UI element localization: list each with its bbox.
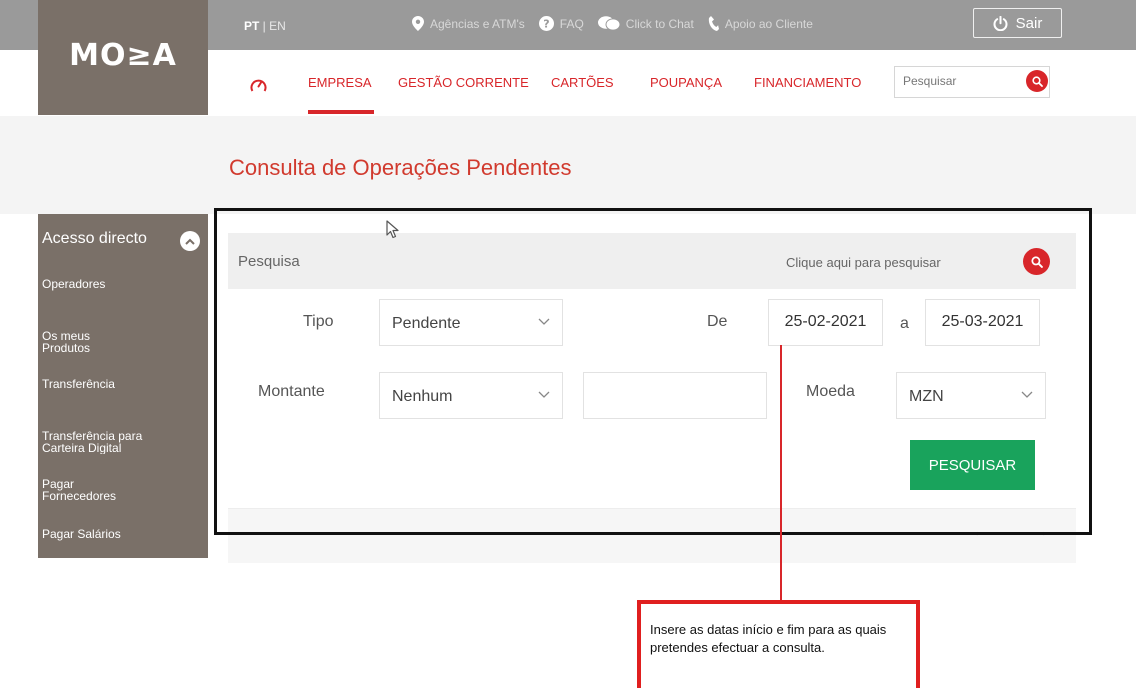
callout-connector xyxy=(780,345,782,601)
language-switcher[interactable]: PT | EN xyxy=(244,19,286,33)
svg-text:?: ? xyxy=(543,18,549,31)
chat-bubbles-icon xyxy=(597,16,620,31)
page-title: Consulta de Operações Pendentes xyxy=(229,155,572,180)
agencies-link-label: Agências e ATM's xyxy=(430,16,525,31)
sidebar-item-fornecedores[interactable]: Pagar Fornecedores xyxy=(42,478,132,502)
logout-label: Sair xyxy=(1015,14,1043,32)
phone-icon xyxy=(708,16,719,31)
lang-separator: | xyxy=(259,19,270,33)
global-search-button[interactable] xyxy=(1026,70,1048,92)
power-icon xyxy=(993,15,1008,31)
chevron-up-icon xyxy=(185,238,195,245)
logout-button[interactable]: Sair xyxy=(973,8,1062,38)
mouse-pointer-icon xyxy=(386,220,399,239)
lang-en[interactable]: EN xyxy=(269,19,286,33)
sidebar-item-carteira-digital[interactable]: Transferência para Carteira Digital xyxy=(42,430,152,454)
sidebar-item-transferencia[interactable]: Transferência xyxy=(42,378,192,390)
main-navigation: EMPRESA GESTÃO CORRENTE CARTÕES POUPANÇA… xyxy=(208,50,1136,116)
sidebar: Acesso directo Operadores Os meus Produt… xyxy=(38,214,208,558)
global-search-input[interactable] xyxy=(903,74,1013,88)
lang-pt[interactable]: PT xyxy=(244,19,259,33)
agencies-link[interactable]: Agências e ATM's xyxy=(412,16,525,31)
logo-text: MO≥A xyxy=(69,38,177,73)
instruction-callout: Insere as datas início e fim para as qua… xyxy=(637,600,920,688)
active-nav-indicator xyxy=(308,110,374,114)
support-link-label: Apoio ao Cliente xyxy=(724,16,813,31)
sidebar-heading: Acesso directo xyxy=(42,230,147,247)
sidebar-item-salarios[interactable]: Pagar Salários xyxy=(42,528,192,540)
sidebar-item-operadores[interactable]: Operadores xyxy=(42,278,192,290)
location-pin-icon xyxy=(412,16,424,31)
nav-cartoes[interactable]: CARTÕES xyxy=(551,75,614,90)
sidebar-item-produtos[interactable]: Os meus Produtos xyxy=(42,330,122,354)
question-icon: ? xyxy=(538,16,554,31)
nav-gestao-corrente[interactable]: GESTÃO CORRENTE xyxy=(398,75,529,90)
nav-empresa[interactable]: EMPRESA xyxy=(308,75,372,90)
highlight-frame xyxy=(214,208,1092,535)
chat-link[interactable]: Click to Chat xyxy=(597,16,694,31)
support-link[interactable]: Apoio ao Cliente xyxy=(708,16,813,31)
faq-link-label: FAQ xyxy=(559,16,584,31)
faq-link[interactable]: ? FAQ xyxy=(538,16,584,31)
instruction-callout-text: Insere as datas início e fim para as qua… xyxy=(650,622,887,655)
chat-link-label: Click to Chat xyxy=(625,16,694,31)
nav-financiamento[interactable]: FINANCIAMENTO xyxy=(754,75,861,90)
dashboard-gauge-icon[interactable] xyxy=(250,78,267,93)
search-icon xyxy=(1031,75,1043,87)
utility-links: Agências e ATM's ? FAQ Click to Chat Apo… xyxy=(412,16,827,31)
logo[interactable]: MO≥A xyxy=(38,0,208,115)
nav-poupanca[interactable]: POUPANÇA xyxy=(650,75,722,90)
sidebar-collapse-toggle[interactable] xyxy=(180,231,200,251)
